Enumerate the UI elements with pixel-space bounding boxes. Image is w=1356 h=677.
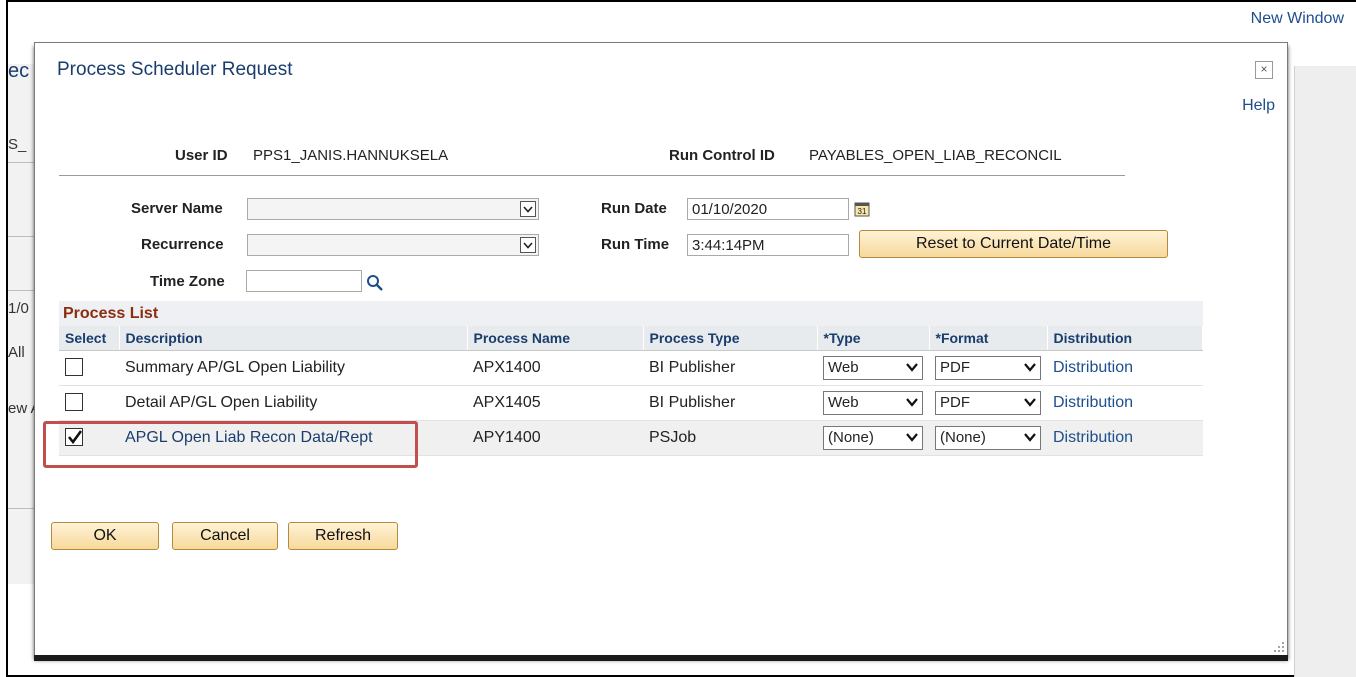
- process-name-cell: APX1400: [467, 350, 643, 386]
- process-list-grid: Process List Select Description Process …: [59, 301, 1203, 456]
- new-window-link[interactable]: New Window: [1251, 10, 1344, 28]
- column-header-distribution: Distribution: [1047, 326, 1203, 351]
- format-dropdown[interactable]: PDF: [935, 390, 1041, 415]
- select-cell: [59, 385, 119, 421]
- type-value: Web: [828, 393, 859, 411]
- process-list-table: Select Description Process Name Process …: [59, 326, 1203, 456]
- format-value: PDF: [940, 358, 970, 376]
- distribution-cell: Distribution: [1047, 350, 1203, 386]
- select-checkbox-checked[interactable]: [65, 428, 83, 447]
- dialog-title: Process Scheduler Request: [57, 59, 293, 80]
- background-page-right: [1294, 66, 1356, 677]
- distribution-cell: Distribution: [1047, 420, 1203, 456]
- cancel-button[interactable]: Cancel: [172, 522, 278, 550]
- table-row-selected: APGL Open Liab Recon Data/Rept APY1400 P…: [59, 420, 1203, 456]
- type-value: (None): [828, 428, 874, 446]
- column-header-format: *Format: [929, 326, 1048, 351]
- type-cell: Web: [817, 385, 929, 421]
- type-cell: (None): [817, 420, 929, 456]
- type-dropdown[interactable]: (None): [823, 425, 923, 450]
- run-time-input[interactable]: [687, 234, 849, 256]
- server-name-dropdown[interactable]: [247, 198, 539, 220]
- run-date-label: Run Date: [601, 200, 667, 217]
- chevron-down-icon: [906, 362, 918, 372]
- description-cell: Summary AP/GL Open Liability: [119, 350, 467, 386]
- refresh-button[interactable]: Refresh: [288, 522, 398, 550]
- format-dropdown[interactable]: PDF: [935, 355, 1041, 380]
- process-type-cell: BI Publisher: [643, 350, 817, 386]
- resize-grip-icon[interactable]: [1271, 639, 1285, 653]
- format-value: (None): [940, 428, 986, 446]
- type-dropdown[interactable]: Web: [823, 390, 923, 415]
- format-dropdown[interactable]: (None): [935, 425, 1041, 450]
- chevron-down-icon: [906, 397, 918, 407]
- type-cell: Web: [817, 350, 929, 386]
- format-cell: (None): [929, 420, 1047, 456]
- column-header-process-name: Process Name: [467, 326, 644, 351]
- distribution-link[interactable]: Distribution: [1053, 394, 1133, 411]
- format-cell: PDF: [929, 350, 1047, 386]
- distribution-link[interactable]: Distribution: [1053, 429, 1133, 446]
- time-zone-label: Time Zone: [150, 273, 225, 290]
- chevron-down-icon: [906, 432, 918, 442]
- run-time-label: Run Time: [601, 236, 670, 253]
- format-value: PDF: [940, 393, 970, 411]
- distribution-link[interactable]: Distribution: [1053, 359, 1133, 376]
- run-control-id-value: PAYABLES_OPEN_LIAB_RECONCIL: [809, 147, 1062, 164]
- server-name-label: Server Name: [131, 200, 223, 217]
- calendar-icon[interactable]: 31: [854, 201, 870, 221]
- column-header-type: *Type: [817, 326, 930, 351]
- select-checkbox[interactable]: [65, 358, 83, 377]
- header-divider: [59, 175, 1125, 176]
- recurrence-dropdown[interactable]: [247, 234, 539, 256]
- run-date-input[interactable]: [687, 198, 849, 220]
- select-checkbox[interactable]: [65, 393, 83, 412]
- process-type-cell: PSJob: [643, 420, 817, 456]
- checkmark-icon: [67, 430, 83, 445]
- select-cell: [59, 420, 119, 456]
- process-scheduler-dialog: Process Scheduler Request × Help User ID…: [34, 42, 1288, 661]
- table-row: Detail AP/GL Open Liability APX1405 BI P…: [59, 385, 1203, 421]
- process-name-cell: APX1405: [467, 385, 643, 421]
- help-link[interactable]: Help: [1242, 97, 1275, 115]
- select-cell: [59, 350, 119, 386]
- type-dropdown[interactable]: Web: [823, 355, 923, 380]
- process-type-cell: BI Publisher: [643, 385, 817, 421]
- user-id-label: User ID: [175, 147, 228, 164]
- run-control-id-label: Run Control ID: [669, 147, 775, 164]
- description-cell[interactable]: APGL Open Liab Recon Data/Rept: [119, 420, 467, 456]
- chevron-down-icon[interactable]: [520, 201, 536, 217]
- ok-button[interactable]: OK: [51, 522, 159, 550]
- process-name-cell: APY1400: [467, 420, 643, 456]
- chevron-down-icon: [1024, 432, 1036, 442]
- column-header-process-type: Process Type: [643, 326, 818, 351]
- format-cell: PDF: [929, 385, 1047, 421]
- svg-text:31: 31: [858, 207, 867, 216]
- close-icon[interactable]: ×: [1255, 61, 1273, 79]
- user-id-value: PPS1_JANIS.HANNUKSELA: [253, 147, 449, 164]
- table-row: Summary AP/GL Open Liability APX1400 BI …: [59, 350, 1203, 386]
- time-zone-input[interactable]: [246, 270, 362, 292]
- description-cell: Detail AP/GL Open Liability: [119, 385, 467, 421]
- column-header-select: Select: [59, 326, 120, 351]
- chevron-down-icon: [1024, 397, 1036, 407]
- recurrence-label: Recurrence: [141, 236, 224, 253]
- chevron-down-icon: [1024, 362, 1036, 372]
- magnifier-icon[interactable]: [366, 274, 384, 296]
- column-header-description: Description: [119, 326, 468, 351]
- process-list-title: Process List: [59, 301, 1203, 326]
- reset-date-time-button[interactable]: Reset to Current Date/Time: [859, 230, 1168, 258]
- chevron-down-icon[interactable]: [520, 237, 536, 253]
- type-value: Web: [828, 358, 859, 376]
- distribution-cell: Distribution: [1047, 385, 1203, 421]
